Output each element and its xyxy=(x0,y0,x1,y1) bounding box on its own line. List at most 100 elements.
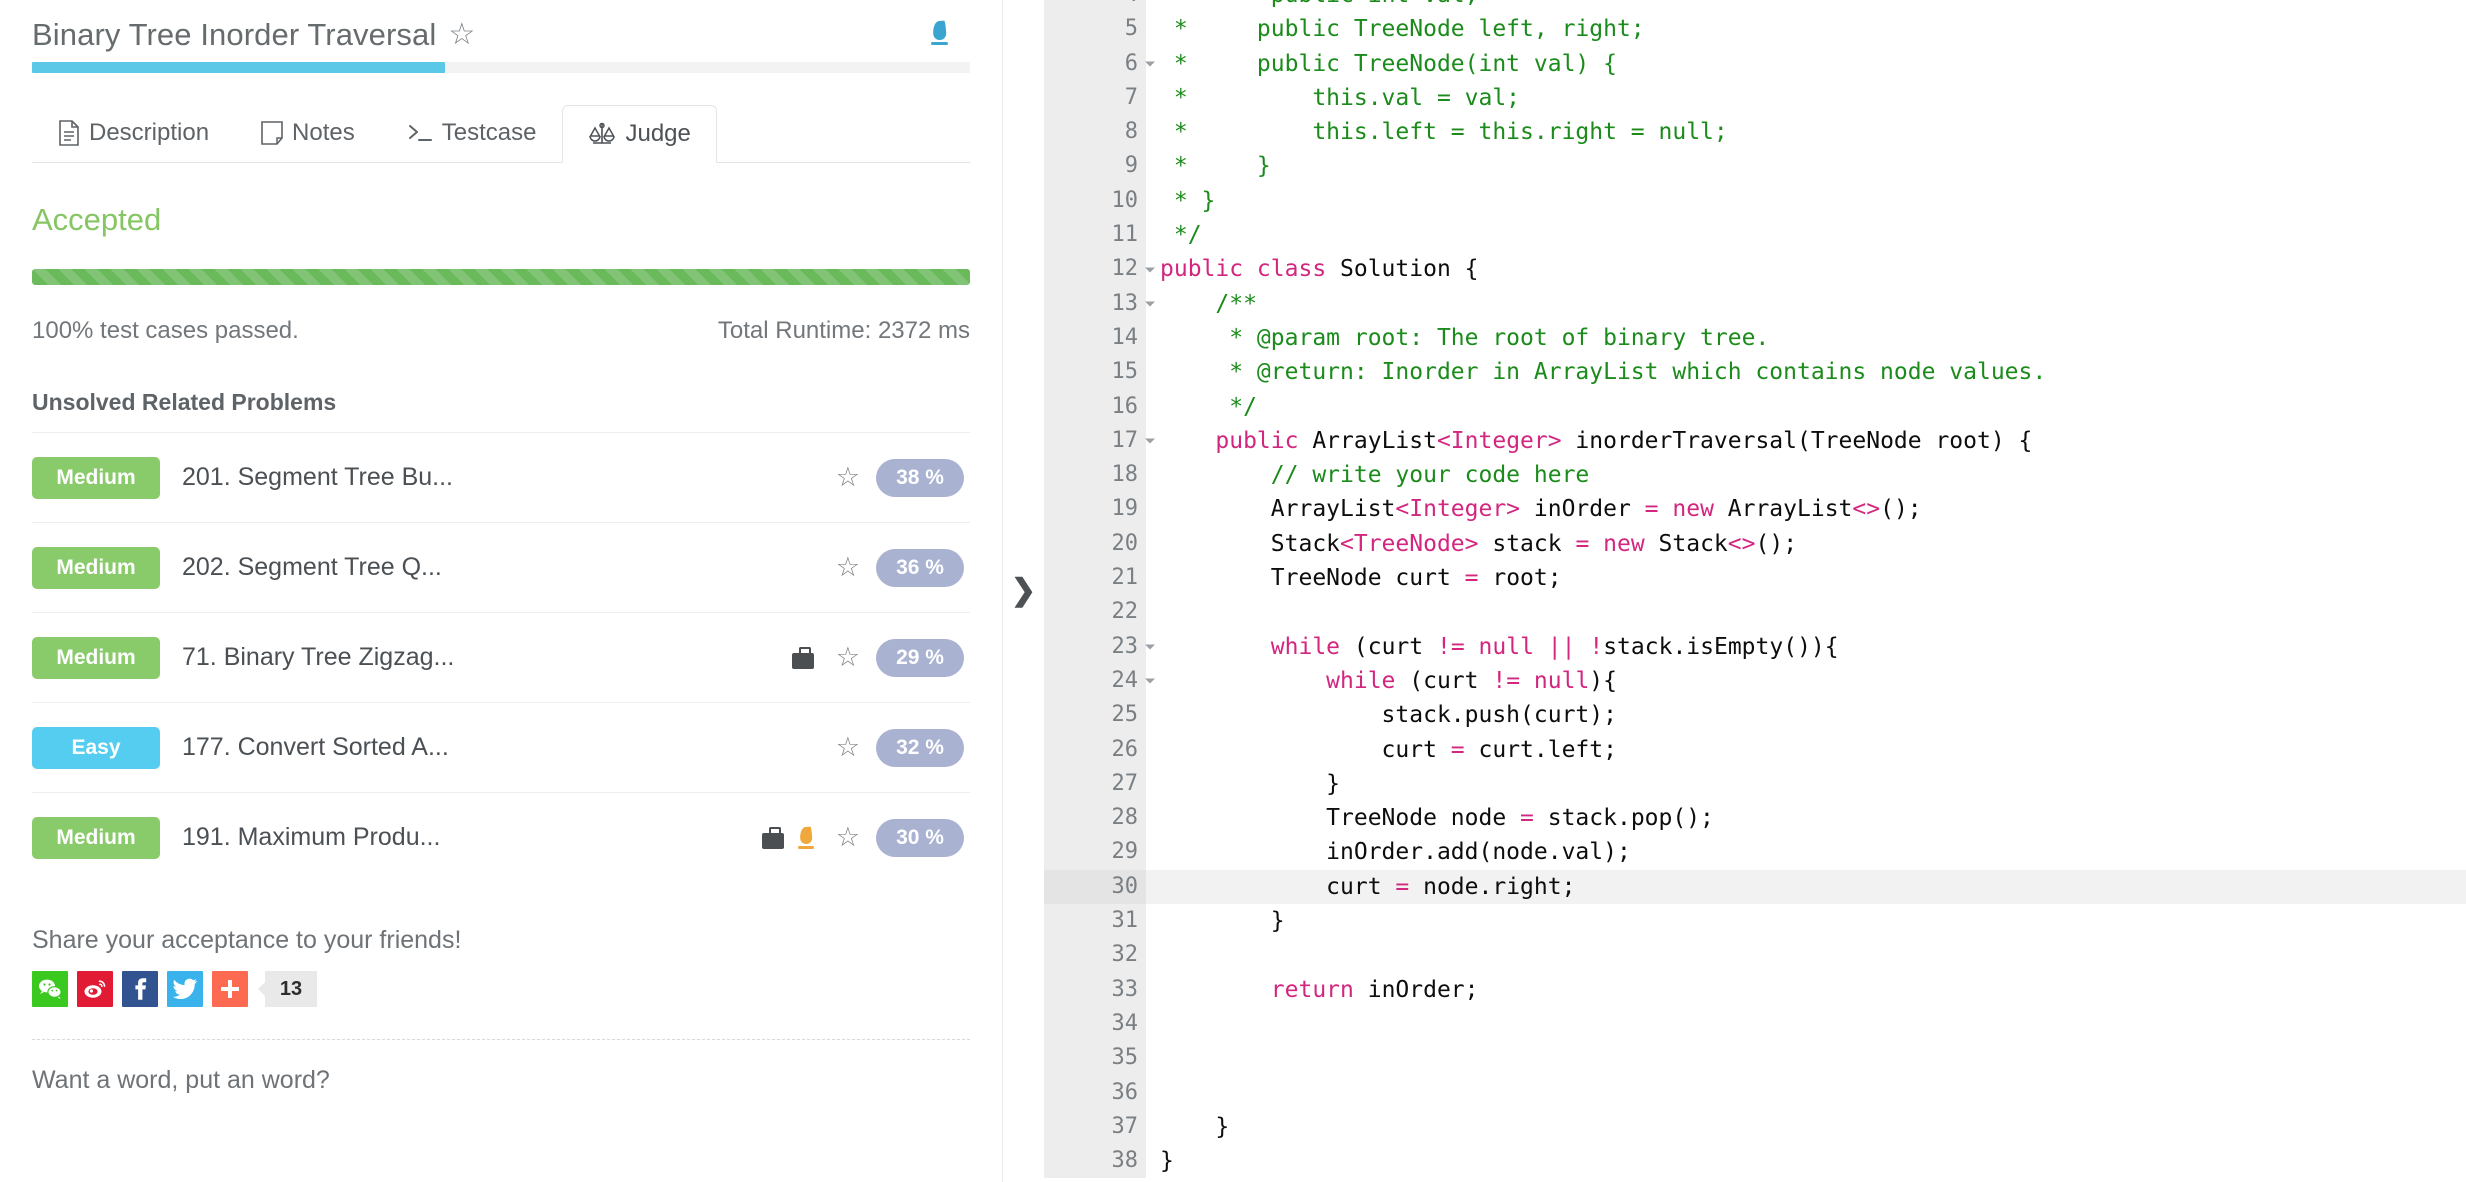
code-text: // write your code here xyxy=(1160,462,1590,489)
share-addthis-icon[interactable] xyxy=(212,971,248,1007)
related-problems-heading: Unsolved Related Problems xyxy=(32,389,337,415)
panel-divider[interactable]: ❯ xyxy=(1002,0,1044,1182)
line-number: 35 xyxy=(1044,1041,1146,1076)
tab-description[interactable]: Description xyxy=(32,104,235,162)
acceptance-rate-badge: 32 % xyxy=(876,728,964,767)
share-twitter-icon[interactable] xyxy=(167,971,203,1007)
code-line[interactable]: 36 xyxy=(1044,1075,2466,1110)
code-text: curt = node.right; xyxy=(1160,873,1576,900)
acceptance-rate-badge: 30 % xyxy=(876,818,964,857)
code-line[interactable]: 29 inOrder.add(node.val); xyxy=(1044,835,2466,870)
difficulty-badge: Medium xyxy=(32,636,160,679)
share-weibo-icon[interactable] xyxy=(77,971,113,1007)
related-problem-link[interactable]: 202. Segment Tree Q... xyxy=(182,553,442,582)
code-text: ArrayList<Integer> inOrder = new ArrayLi… xyxy=(1160,496,1922,523)
code-line[interactable]: 11 */ xyxy=(1044,218,2466,253)
code-line[interactable]: 5 * public TreeNode left, right; xyxy=(1044,12,2466,47)
fold-arrow-icon[interactable] xyxy=(1145,301,1155,307)
code-line[interactable]: 37 } xyxy=(1044,1109,2466,1145)
code-line[interactable]: 16 */ xyxy=(1044,389,2466,424)
code-text: * this.val = val; xyxy=(1160,84,1521,111)
star-outline-icon[interactable]: ☆ xyxy=(836,822,860,853)
related-problem-row[interactable]: Medium 191. Maximum Produ... ☆ 30 % xyxy=(32,792,970,882)
title-row: Binary Tree Inorder Traversal ☆ xyxy=(32,0,970,52)
code-lines-container: 4 * public int val;5 * public TreeNode l… xyxy=(1044,0,2466,1179)
fold-arrow-icon[interactable] xyxy=(1145,61,1155,67)
code-editor[interactable]: 4 * public int val;5 * public TreeNode l… xyxy=(1044,0,2466,1182)
code-line[interactable]: 33 return inOrder; xyxy=(1044,972,2466,1007)
code-line[interactable]: 6 * public TreeNode(int val) { xyxy=(1044,46,2466,81)
code-line[interactable]: 20 Stack<TreeNode> stack = new Stack<>()… xyxy=(1044,526,2466,562)
star-outline-icon[interactable]: ☆ xyxy=(836,462,860,493)
fold-arrow-icon[interactable] xyxy=(1145,678,1155,684)
line-number: 13 xyxy=(1044,286,1155,321)
tab-label: Notes xyxy=(292,119,355,146)
code-line[interactable]: 35 xyxy=(1044,1041,2466,1076)
code-text: } xyxy=(1160,1113,1230,1140)
problem-progress-bar xyxy=(32,62,970,73)
code-line[interactable]: 9 * } xyxy=(1044,149,2466,184)
code-line[interactable]: 19 ArrayList<Integer> inOrder = new Arra… xyxy=(1044,492,2466,527)
line-number: 5 xyxy=(1044,12,1146,47)
code-line[interactable]: 15 * @return: Inorder in ArrayList which… xyxy=(1044,355,2466,390)
code-line[interactable]: 24 while (curt != null){ xyxy=(1044,663,2466,699)
code-line[interactable]: 12 public class Solution { xyxy=(1044,252,2466,287)
related-problem-row[interactable]: Medium 201. Segment Tree Bu... ☆ 38 % xyxy=(32,432,970,522)
code-line[interactable]: 34 xyxy=(1044,1006,2466,1042)
star-outline-icon[interactable]: ☆ xyxy=(448,20,475,50)
related-problem-link[interactable]: 191. Maximum Produ... xyxy=(182,823,440,852)
line-number: 18 xyxy=(1044,458,1146,493)
code-line[interactable]: 30 curt = node.right; xyxy=(1044,869,2466,905)
code-line[interactable]: 8 * this.left = this.right = null; xyxy=(1044,115,2466,150)
chevron-right-icon[interactable]: ❯ xyxy=(1011,576,1036,606)
related-problem-row[interactable]: Medium 202. Segment Tree Q... ☆ 36 % xyxy=(32,522,970,612)
related-problem-row[interactable]: Medium 71. Binary Tree Zigzag... ☆ 29 % xyxy=(32,612,970,702)
tab-notes[interactable]: Notes xyxy=(235,104,381,162)
related-problem-link[interactable]: 71. Binary Tree Zigzag... xyxy=(182,643,454,672)
code-text: * public TreeNode(int val) { xyxy=(1160,50,1617,77)
code-line[interactable]: 25 stack.push(curt); xyxy=(1044,698,2466,733)
code-line[interactable]: 32 xyxy=(1044,938,2466,973)
share-facebook-icon[interactable] xyxy=(122,971,158,1007)
related-problem-link[interactable]: 177. Convert Sorted A... xyxy=(182,733,449,762)
fold-arrow-icon[interactable] xyxy=(1145,644,1155,650)
code-line[interactable]: 28 TreeNode node = stack.pop(); xyxy=(1044,801,2466,836)
code-line[interactable]: 31 } xyxy=(1044,904,2466,939)
code-line[interactable]: 38} xyxy=(1044,1144,2466,1179)
document-icon xyxy=(58,120,80,146)
flame-icon xyxy=(797,826,814,850)
related-problem-link[interactable]: 201. Segment Tree Bu... xyxy=(182,463,453,492)
line-number: 6 xyxy=(1044,46,1155,81)
fold-arrow-icon[interactable] xyxy=(1145,267,1155,273)
star-outline-icon[interactable]: ☆ xyxy=(836,642,860,673)
code-text: */ xyxy=(1160,393,1257,420)
code-line[interactable]: 26 curt = curt.left; xyxy=(1044,732,2466,767)
tab-bar: Description Notes Testcase Judge xyxy=(32,101,970,163)
code-line[interactable]: 27 } xyxy=(1044,766,2466,802)
line-number: 33 xyxy=(1044,972,1146,1007)
fold-arrow-icon[interactable] xyxy=(1145,438,1155,444)
code-line[interactable]: 22 xyxy=(1044,595,2466,630)
tab-testcase[interactable]: Testcase xyxy=(381,104,563,162)
code-line[interactable]: 10 * } xyxy=(1044,183,2466,219)
code-line[interactable]: 21 TreeNode curt = root; xyxy=(1044,561,2466,596)
code-line[interactable]: 4 * public int val; xyxy=(1044,0,2466,13)
code-text: } xyxy=(1160,1148,1174,1175)
code-line[interactable]: 18 // write your code here xyxy=(1044,458,2466,493)
share-wechat-icon[interactable] xyxy=(32,971,68,1007)
line-number: 19 xyxy=(1044,492,1146,527)
app-root: Binary Tree Inorder Traversal ☆ Descript… xyxy=(0,0,2466,1182)
star-outline-icon[interactable]: ☆ xyxy=(836,732,860,763)
flame-icon[interactable] xyxy=(930,19,948,51)
code-line[interactable]: 23 while (curt != null || !stack.isEmpty… xyxy=(1044,629,2466,664)
code-line[interactable]: 13 /** xyxy=(1044,286,2466,321)
related-problem-row[interactable]: Easy 177. Convert Sorted A... ☆ 32 % xyxy=(32,702,970,792)
tab-judge[interactable]: Judge xyxy=(562,105,717,163)
code-line[interactable]: 14 * @param root: The root of binary tre… xyxy=(1044,320,2466,356)
code-text: while (curt != null || !stack.isEmpty())… xyxy=(1160,633,1839,660)
scales-icon xyxy=(588,121,616,147)
difficulty-badge: Easy xyxy=(32,726,160,769)
star-outline-icon[interactable]: ☆ xyxy=(836,552,860,583)
code-line[interactable]: 7 * this.val = val; xyxy=(1044,80,2466,116)
code-line[interactable]: 17 public ArrayList<Integer> inorderTrav… xyxy=(1044,423,2466,459)
